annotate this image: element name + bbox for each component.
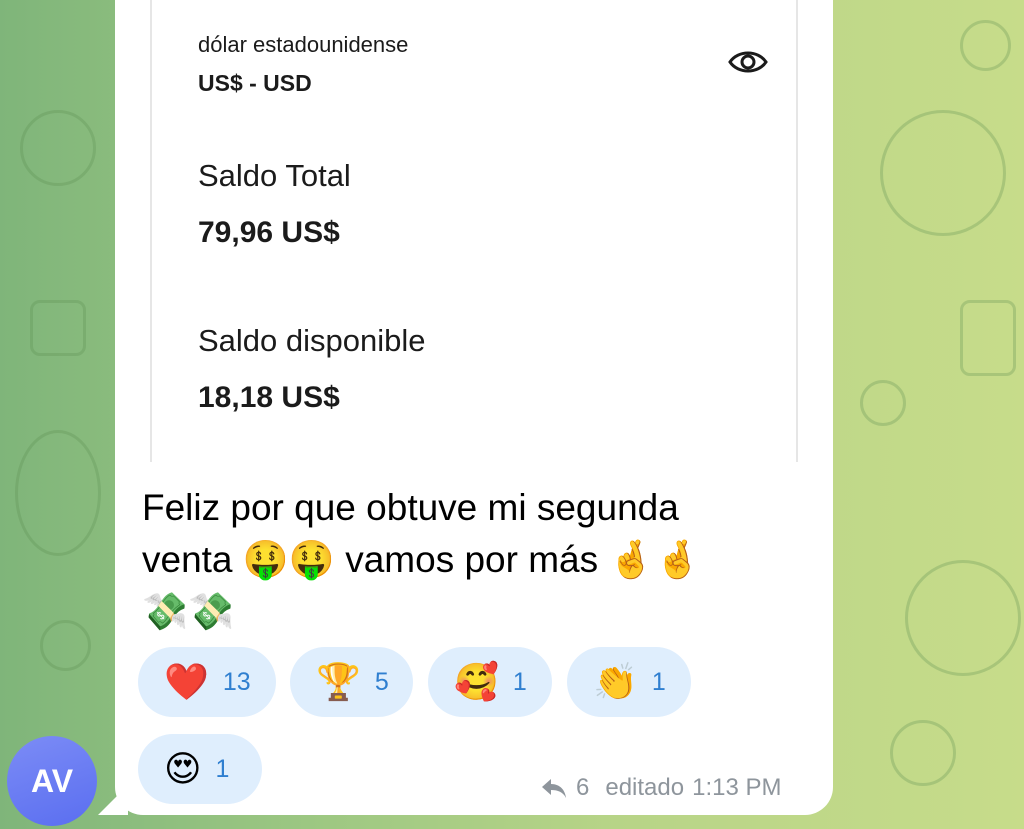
edited-label: editado (605, 774, 685, 801)
available-balance-label: Saldo disponible (198, 323, 426, 358)
heart-icon: ❤️ (164, 661, 209, 702)
message-text: Feliz por que obtuve mi segunda venta 🤑🤑… (142, 482, 802, 638)
reply-arrow-icon[interactable] (540, 776, 568, 800)
reaction-count: 1 (651, 667, 666, 696)
reaction-count: 5 (374, 667, 389, 696)
wallpaper-doodle (15, 430, 101, 556)
wallpaper-doodle (905, 560, 1021, 676)
message-line: Feliz por que obtuve mi segunda (142, 487, 679, 528)
wallpaper-doodle (960, 20, 1011, 71)
message-meta: 6 editado 1:13 PM (540, 770, 782, 806)
total-balance-label: Saldo Total (198, 158, 351, 193)
reaction-clap[interactable]: 👏 1 (567, 647, 691, 717)
wallpaper-doodle (960, 300, 1016, 376)
wallpaper-doodle (40, 620, 91, 671)
trophy-icon: 🏆 (316, 661, 361, 702)
attached-photo[interactable]: dólar estadounidense US$ - USD Saldo Tot… (150, 0, 798, 462)
wallpaper-doodle (20, 110, 96, 186)
reaction-heart[interactable]: ❤️ 13 (138, 647, 276, 717)
wallpaper-doodle (30, 300, 86, 356)
reaction-count: 1 (215, 754, 230, 783)
message-line: venta 🤑🤑 vamos por más 🤞🤞 (142, 539, 701, 580)
reaction-count: 13 (222, 667, 251, 696)
currency-code: US$ - USD (198, 70, 312, 96)
wallpaper-doodle (860, 380, 906, 426)
eye-icon (728, 51, 768, 73)
available-balance-value: 18,18 US$ (198, 381, 340, 414)
message-line: 💸💸 (142, 591, 235, 632)
heart-eyes-icon: 😍 (164, 748, 202, 789)
currency-name: dólar estadounidense (198, 32, 409, 57)
wallpaper-doodle (880, 110, 1006, 236)
reaction-count: 1 (512, 667, 527, 696)
chat-view: dólar estadounidense US$ - USD Saldo Tot… (0, 0, 1024, 829)
reaction-trophy[interactable]: 🏆 5 (290, 647, 413, 717)
message-time: 1:13 PM (692, 774, 782, 801)
smiling-face-hearts-icon: 🥰 (454, 661, 499, 702)
reply-count[interactable]: 6 (576, 774, 589, 802)
wallpaper-doodle (890, 720, 956, 786)
sender-avatar[interactable]: AV (7, 736, 97, 826)
clapping-hands-icon: 👏 (593, 661, 638, 702)
total-balance-value: 79,96 US$ (198, 216, 340, 249)
reaction-heart-eyes[interactable]: 😍 1 (138, 734, 262, 804)
reaction-smiling-hearts[interactable]: 🥰 1 (428, 647, 552, 717)
